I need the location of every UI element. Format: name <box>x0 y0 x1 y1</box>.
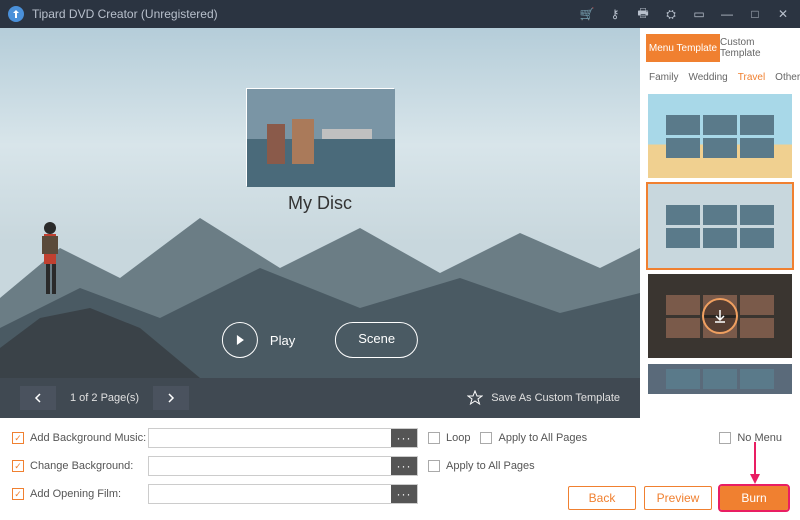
preview-area: My Disc Play Scene 1 of 2 Page(s) Save A… <box>0 28 640 418</box>
download-icon[interactable] <box>702 298 738 334</box>
scene-button[interactable]: Scene <box>335 322 418 358</box>
play-button[interactable]: Play <box>222 322 295 358</box>
save-template-label: Save As Custom Template <box>491 392 620 404</box>
opening-film-browse-button[interactable]: ··· <box>391 485 417 503</box>
app-title: Tipard DVD Creator (Unregistered) <box>32 7 218 21</box>
template-sidebar: Menu Template Custom Template Family Wed… <box>640 28 800 418</box>
page-info: 1 of 2 Page(s) <box>70 392 139 404</box>
apply-all-bg-label: Apply to All Pages <box>446 460 535 472</box>
no-menu-checkbox[interactable]: ✓ <box>719 432 731 444</box>
change-bg-input[interactable] <box>149 457 391 475</box>
no-menu-label: No Menu <box>737 432 782 444</box>
apply-all-bg-checkbox[interactable]: ✓ <box>428 460 440 472</box>
cat-family[interactable]: Family <box>644 72 683 83</box>
template-item[interactable] <box>648 184 792 268</box>
titlebar: Tipard DVD Creator (Unregistered) 🛒 ⚷ 🖶 … <box>0 0 800 28</box>
template-list[interactable] <box>640 90 800 418</box>
page-navigation: 1 of 2 Page(s) Save As Custom Template <box>0 378 640 418</box>
bg-music-browse-button[interactable]: ··· <box>391 429 417 447</box>
settings-area: ✓ Add Background Music: ··· ✓ Loop ✓ Apply… <box>0 418 800 520</box>
settings-icon[interactable]: ⛭ <box>662 5 680 23</box>
burn-button[interactable]: Burn <box>720 486 788 510</box>
app-logo <box>8 6 24 22</box>
preview-button[interactable]: Preview <box>644 486 712 510</box>
close-icon[interactable]: ✕ <box>774 5 792 23</box>
bg-music-checkbox[interactable]: ✓ <box>12 432 24 444</box>
next-page-button[interactable] <box>153 386 189 410</box>
template-item[interactable] <box>648 364 792 394</box>
apply-all-music-checkbox[interactable]: ✓ <box>480 432 492 444</box>
cat-others[interactable]: Others <box>770 72 800 83</box>
template-item[interactable] <box>648 274 792 358</box>
key-icon[interactable]: ⚷ <box>606 5 624 23</box>
cat-wedding[interactable]: Wedding <box>683 72 732 83</box>
bg-music-label: Add Background Music: <box>30 432 148 444</box>
change-bg-browse-button[interactable]: ··· <box>391 457 417 475</box>
annotation-arrow <box>754 442 756 482</box>
message-icon[interactable]: ▭ <box>690 5 708 23</box>
change-bg-checkbox[interactable]: ✓ <box>12 460 24 472</box>
opening-film-input[interactable] <box>149 485 391 503</box>
template-item[interactable] <box>648 94 792 178</box>
save-template-button[interactable]: Save As Custom Template <box>467 390 620 406</box>
maximize-icon[interactable]: □ <box>746 5 764 23</box>
apply-all-label: Apply to All Pages <box>498 432 587 444</box>
star-icon <box>467 390 483 406</box>
change-bg-label: Change Background: <box>30 460 148 472</box>
bg-music-input[interactable] <box>149 429 391 447</box>
minimize-icon[interactable]: — <box>718 5 736 23</box>
disc-title[interactable]: My Disc <box>288 193 352 214</box>
play-label: Play <box>270 333 295 348</box>
back-button[interactable]: Back <box>568 486 636 510</box>
cat-travel[interactable]: Travel <box>733 72 770 83</box>
cart-icon[interactable]: 🛒 <box>578 5 596 23</box>
opening-film-checkbox[interactable]: ✓ <box>12 488 24 500</box>
tab-custom-template[interactable]: Custom Template <box>720 34 794 62</box>
loop-label: Loop <box>446 432 470 444</box>
print-icon[interactable]: 🖶 <box>634 5 652 23</box>
loop-checkbox[interactable]: ✓ <box>428 432 440 444</box>
play-icon <box>222 322 258 358</box>
prev-page-button[interactable] <box>20 386 56 410</box>
video-thumbnail[interactable] <box>246 88 394 186</box>
opening-film-label: Add Opening Film: <box>30 488 148 500</box>
tab-menu-template[interactable]: Menu Template <box>646 34 720 62</box>
